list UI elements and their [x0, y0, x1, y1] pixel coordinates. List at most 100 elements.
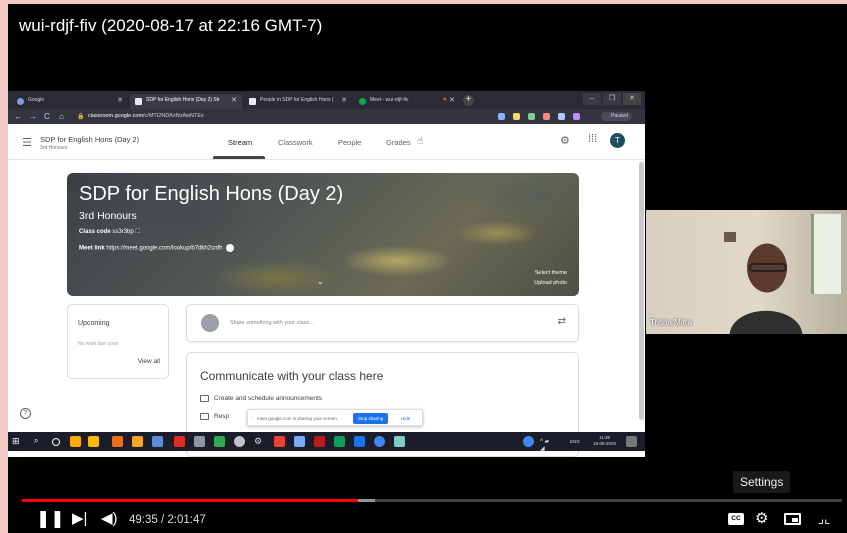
app-icon[interactable]	[354, 436, 365, 447]
close-icon[interactable]: ✕	[449, 96, 455, 104]
help-icon[interactable]: ?	[20, 408, 31, 419]
apps-grid-icon[interactable]: ⁞⁞⁞	[588, 133, 597, 145]
cortana-icon[interactable]	[52, 438, 60, 446]
gear-icon[interactable]: ⚙	[755, 510, 768, 528]
app-icon[interactable]	[334, 436, 345, 447]
chevron-down-icon[interactable]: ⌄	[317, 277, 324, 286]
extension-icon[interactable]	[558, 113, 565, 120]
mouse-pointer-icon: ☝	[417, 136, 424, 147]
close-window-button[interactable]: ✕	[623, 93, 641, 105]
background-window	[811, 214, 841, 294]
duration: 2:01:47	[167, 514, 206, 526]
communicate-title: Communicate with your class here	[200, 369, 384, 383]
reload-icon[interactable]: C	[44, 112, 50, 121]
file-explorer-icon[interactable]	[88, 436, 99, 447]
back-icon[interactable]: ←	[14, 112, 22, 121]
extension-icon[interactable]	[528, 113, 535, 120]
upload-photo-link[interactable]: Upload photo	[534, 280, 567, 286]
taskbar-clock[interactable]: 11:38 18-08-2020	[593, 435, 616, 447]
app-icon[interactable]	[274, 436, 285, 447]
gear-icon[interactable]: ⚙	[560, 134, 570, 147]
browser-tab-label: Google	[28, 97, 45, 103]
next-button[interactable]: ▶︎|	[72, 510, 87, 528]
fullscreen-code-icon[interactable]: ⛶	[135, 229, 139, 235]
acrobat-icon[interactable]	[174, 436, 185, 447]
browser-tab-people[interactable]: People in SDP for English Hons ( ✕	[244, 94, 352, 109]
progress-bar[interactable]	[22, 499, 842, 502]
communicate-item-label: Create and schedule announcements	[214, 395, 323, 403]
app-icon[interactable]	[394, 436, 405, 447]
app-icon[interactable]	[152, 436, 163, 447]
url-field[interactable]: classroom.google.com/c/MTI2NDAzNzAwNTEx	[88, 113, 204, 119]
banner-title: SDP for English Hons (Day 2)	[79, 183, 344, 205]
close-icon[interactable]: ✕	[341, 96, 347, 104]
volume-icon[interactable]: ◀︎)	[101, 510, 118, 528]
tab-people[interactable]: People	[338, 138, 361, 147]
profile-paused-badge[interactable]: Paused	[601, 112, 632, 121]
app-icon[interactable]	[214, 436, 225, 447]
new-tab-button[interactable]: +	[463, 95, 474, 106]
player-controls: ❚❚ ▶︎| ◀︎) 49:35 / 2:01:47 CC ⚙ ⌟⌞	[8, 508, 847, 533]
meet-favicon-icon	[359, 98, 366, 105]
video-player[interactable]: wui-rdjf-fiv (2020-08-17 at 22:16 GMT-7)…	[8, 4, 847, 533]
gear-icon[interactable]: ⚙	[254, 436, 265, 447]
app-icon[interactable]	[234, 436, 245, 447]
browser-tab-google[interactable]: Google ✕	[12, 94, 128, 109]
drag-handle-icon[interactable]: ⁞	[251, 415, 252, 421]
minimize-button[interactable]: –	[583, 93, 601, 105]
video-camera-icon[interactable]	[226, 244, 235, 252]
tab-grades[interactable]: Grades	[386, 138, 411, 147]
app-icon[interactable]	[194, 436, 205, 447]
close-icon[interactable]: ✕	[117, 96, 123, 104]
scrollbar[interactable]	[639, 162, 644, 420]
meet-link-url[interactable]: https://meet.google.com/lookup/b7dkh2cnf…	[106, 246, 222, 252]
participant-glasses	[749, 263, 787, 272]
app-icon[interactable]	[314, 436, 325, 447]
browser-tab-classroom[interactable]: SDP for English Hons (Day 2) Str ✕	[130, 94, 242, 109]
language-indicator[interactable]: ENG	[570, 439, 580, 444]
maximize-button[interactable]: ❐	[603, 93, 621, 105]
pause-button[interactable]: ❚❚	[36, 510, 65, 528]
browser-tab-meet[interactable]: Meet - wui-rdjf-fiv ● ✕	[354, 94, 460, 109]
app-icon[interactable]	[112, 436, 123, 447]
windows-taskbar: ⊞ ⌕ ⚙ ^ ▰ ◢ ENG 11:38 18-08-2020	[8, 432, 645, 452]
windows-start-icon[interactable]: ⊞	[12, 436, 20, 447]
stop-sharing-button[interactable]: Stop sharing	[353, 413, 389, 424]
share-box[interactable]: Share something with your class... ⇄	[186, 304, 579, 342]
tab-classwork[interactable]: Classwork	[278, 138, 313, 147]
window-controls: – ❐ ✕	[583, 93, 641, 106]
app-icon[interactable]	[294, 436, 305, 447]
avatar[interactable]: T	[610, 133, 625, 148]
tab-stream[interactable]: Stream	[228, 138, 252, 147]
url-domain: classroom.google.com	[88, 113, 144, 119]
share-placeholder[interactable]: Share something with your class...	[230, 320, 314, 326]
search-icon[interactable]: ⌕	[34, 436, 45, 447]
home-icon[interactable]: ⌂	[59, 112, 64, 121]
exit-fullscreen-icon[interactable]: ⌟⌞	[818, 510, 830, 528]
progress-played	[22, 499, 359, 502]
select-theme-link[interactable]: Select theme	[535, 270, 567, 276]
app-icon[interactable]	[374, 436, 385, 447]
participant-video-tile: Trisha Mitra	[646, 210, 847, 334]
menu-icon[interactable]: ☰	[22, 136, 32, 149]
class-name[interactable]: SDP for English Hons (Day 2)	[40, 135, 139, 144]
app-icon[interactable]	[132, 436, 143, 447]
forward-icon[interactable]: →	[29, 112, 37, 121]
extension-icon[interactable]	[543, 113, 550, 120]
zoom-icon[interactable]	[498, 113, 505, 120]
system-tray-icons[interactable]: ^ ▰ ◢	[540, 438, 551, 452]
miniplayer-button[interactable]	[784, 513, 801, 525]
repost-icon[interactable]: ⇄	[558, 316, 566, 327]
chrome-taskbar-icon[interactable]	[70, 436, 81, 447]
class-code: Class code ss3r3bp ⛶	[79, 229, 140, 236]
hide-button[interactable]: Hide	[401, 416, 410, 421]
subtitles-button[interactable]: CC	[728, 513, 744, 525]
help-tray-icon[interactable]	[523, 436, 534, 447]
notifications-icon[interactable]	[626, 436, 637, 447]
extension-icon[interactable]	[573, 113, 580, 120]
star-icon[interactable]	[513, 113, 520, 120]
browser-tab-label: Meet - wui-rdjf-fiv	[370, 97, 409, 103]
classroom-favicon-icon	[135, 98, 142, 105]
close-icon[interactable]: ✕	[231, 96, 237, 104]
view-all-link[interactable]: View all	[138, 358, 160, 365]
